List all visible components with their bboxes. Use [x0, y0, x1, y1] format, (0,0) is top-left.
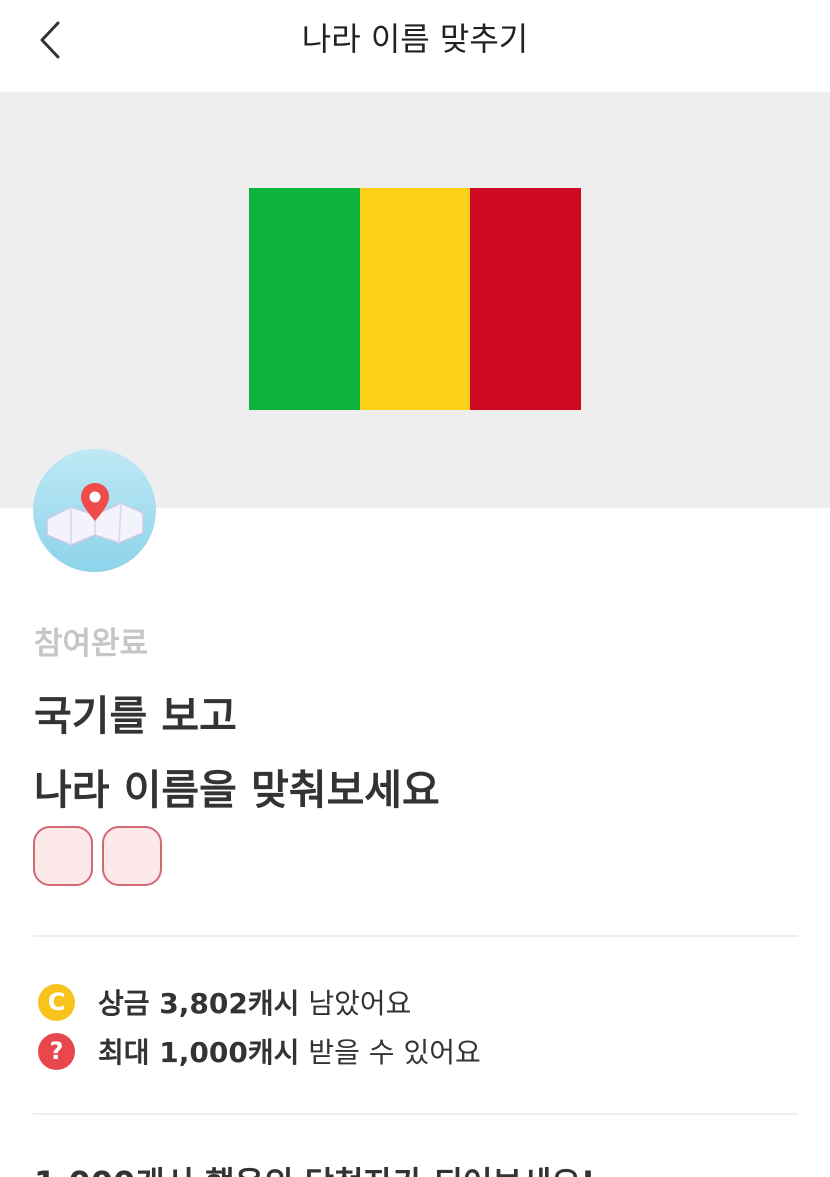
flag-panel	[0, 92, 830, 508]
coin-icon: C	[38, 983, 75, 1021]
quiz-title-line2: 나라 이름을 맞춰보세요	[34, 766, 440, 814]
divider	[33, 935, 798, 937]
participation-status: 참여완료	[34, 626, 149, 662]
answer-slot[interactable]	[33, 826, 93, 886]
prize-suffix: 남았어요	[308, 987, 412, 1020]
lucky-winner-text: 1,000캐시 행운의 당첨자가 되어보세요!	[34, 1158, 595, 1177]
answer-slot[interactable]	[102, 826, 162, 886]
max-reward-amount: 최대 1,000캐시	[98, 1036, 300, 1069]
max-reward-suffix: 받을 수 있어요	[308, 1036, 481, 1069]
question-icon: ?	[38, 1032, 75, 1070]
flag-stripe-green	[249, 188, 360, 410]
answer-slots	[33, 826, 162, 886]
map-pin-icon	[33, 449, 156, 572]
prize-info-row: C 상금 3,802캐시 남았어요	[38, 982, 411, 1022]
prize-amount: 상금 3,802캐시	[98, 987, 300, 1020]
divider	[33, 1113, 798, 1115]
quiz-title-line1: 국기를 보고	[34, 692, 237, 740]
app-header: 나라 이름 맞추기	[0, 0, 830, 92]
flag-stripe-yellow	[359, 188, 471, 410]
country-flag	[249, 188, 582, 410]
page-title: 나라 이름 맞추기	[301, 20, 529, 58]
flag-stripe-red	[470, 188, 582, 410]
max-reward-row: ? 최대 1,000캐시 받을 수 있어요	[38, 1031, 481, 1071]
